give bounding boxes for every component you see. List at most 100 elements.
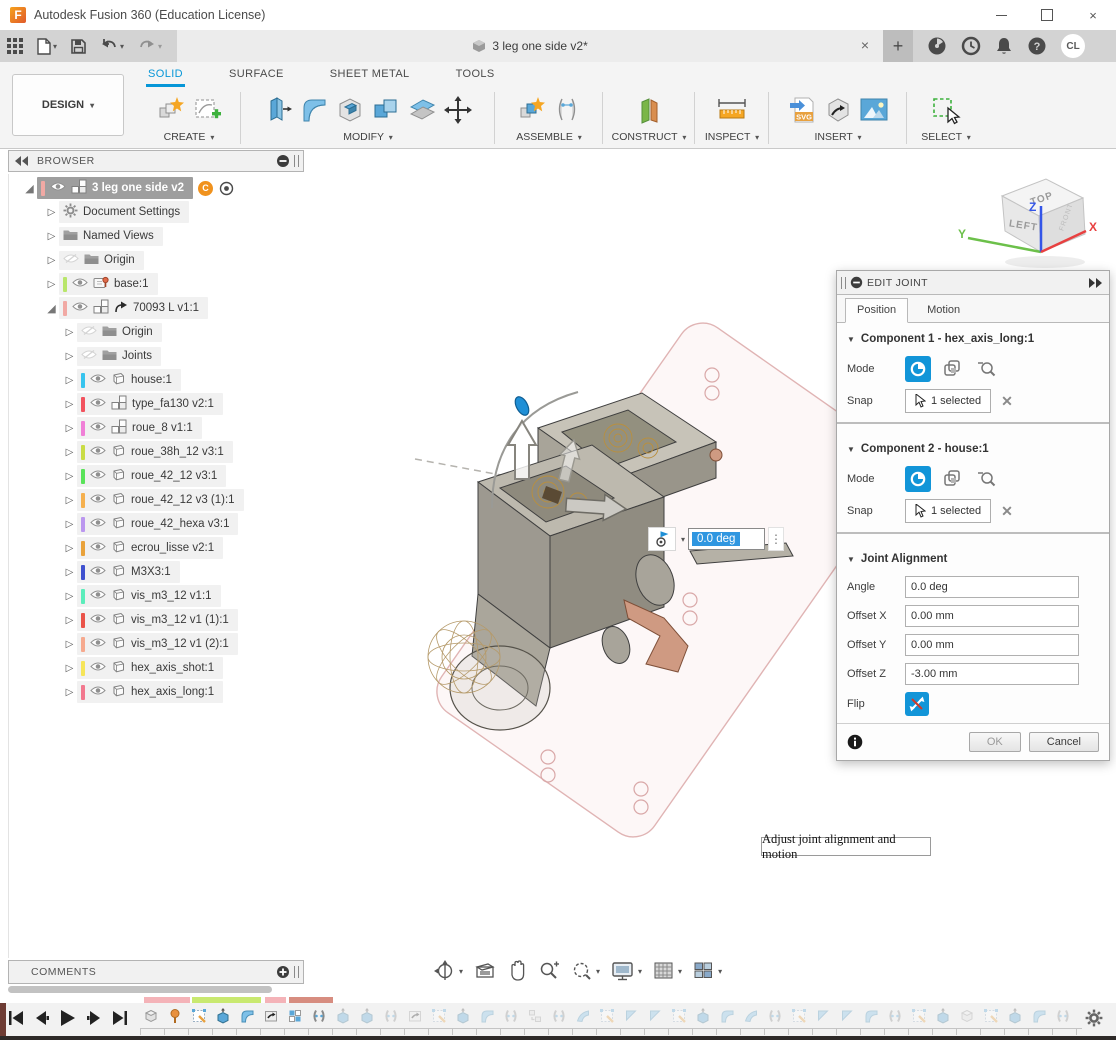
timeline-feature-joint-icon[interactable] [383,1008,399,1024]
timeline-feature-sketch-icon[interactable] [911,1008,927,1024]
timeline-feature-sketch-icon[interactable] [191,1008,207,1024]
group-inspect-label[interactable]: INSPECT ▾ [705,131,759,146]
section-component2-header[interactable]: ▼Component 2 - house:1 [837,433,1109,459]
undo-button[interactable]: ▾ [93,30,131,62]
file-menu-button[interactable]: ▾ [30,30,64,62]
tree-row-label[interactable]: 70093 L v1:1 [133,302,199,314]
tree-row-label[interactable]: hex_axis_long:1 [131,686,214,698]
timeline-feature-pat-icon[interactable] [287,1008,303,1024]
snap-selection-button[interactable]: 1 selected [905,499,991,523]
tree-row-label[interactable]: ecrou_lisse v2:1 [131,542,214,554]
expander-icon[interactable]: ▷ [62,543,77,554]
tree-row-label[interactable]: base:1 [114,278,149,290]
timeline-feature-fillet-icon[interactable] [479,1008,495,1024]
panel-grip[interactable] [294,155,299,167]
avatar[interactable]: CL [1061,34,1085,58]
new-component-icon[interactable] [156,95,186,125]
move-icon[interactable] [443,95,473,125]
new-tab-button[interactable]: + [883,30,913,62]
expander-icon[interactable]: ◢ [44,302,59,315]
tree-row[interactable]: ▷ M3X3:1 [8,560,304,584]
expander-icon[interactable]: ▷ [62,687,77,698]
visibility-eye-icon[interactable] [72,277,88,291]
play-icon[interactable] [60,1009,76,1027]
section-joint-alignment-header[interactable]: ▼Joint Alignment [837,543,1109,569]
notifications-bell-icon[interactable] [995,36,1013,56]
tree-row-label[interactable]: 3 leg one side v2 [92,182,184,194]
tree-row-label[interactable]: Origin [104,254,135,266]
select-icon[interactable] [930,95,962,125]
redo-button[interactable]: ▾ [131,30,169,62]
visibility-eye-icon[interactable] [90,397,106,411]
group-create-label[interactable]: CREATE ▾ [164,131,215,146]
timeline-feature-flip-icon[interactable] [815,1008,831,1024]
timeline-feature-fillet-icon[interactable] [1031,1008,1047,1024]
go-to-end-icon[interactable] [112,1010,128,1026]
timeline-feature-swp-icon[interactable] [743,1008,759,1024]
tree-row[interactable]: ▷roue_42_12 v3:1 [8,464,304,488]
timeline-feature-ins-icon[interactable] [407,1008,423,1024]
expander-icon[interactable]: ▷ [62,327,77,338]
visibility-eye-off-icon[interactable] [63,253,79,267]
timeline-feature-joint-icon[interactable] [551,1008,567,1024]
tree-row[interactable]: ▷ house:1 [8,368,304,392]
tree-row-label[interactable]: roue_42_hexa v3:1 [131,518,229,530]
tree-row[interactable]: ▷Joints [8,344,304,368]
expander-icon[interactable]: ▷ [62,375,77,386]
insert-canvas-icon[interactable] [859,97,889,123]
orbit-icon[interactable]: ▾ [432,958,465,984]
panel-minimize-icon[interactable] [276,154,290,168]
offset-z-field[interactable] [905,663,1079,685]
help-icon[interactable]: ? [1027,36,1047,56]
expander-icon[interactable]: ◢ [22,182,37,195]
tree-row-label[interactable]: Joints [122,350,152,362]
workspace-selector[interactable]: DESIGN▾ [12,74,124,136]
zoom-icon[interactable] [536,958,562,984]
tree-row[interactable]: ▷ vis_m3_12 v1 (2):1 [8,632,304,656]
timeline-feature-sketch-icon[interactable] [671,1008,687,1024]
timeline-feature-ext-icon[interactable] [695,1008,711,1024]
step-back-icon[interactable] [35,1010,49,1026]
visibility-eye-off-icon[interactable] [81,325,97,339]
tree-row-label[interactable]: vis_m3_12 v1 (2):1 [131,638,229,650]
combine-icon[interactable] [371,95,401,125]
timeline-settings-gear-icon[interactable] [1085,1009,1103,1032]
tab-solid[interactable]: SOLID [146,63,185,87]
visibility-eye-icon[interactable] [90,613,106,627]
tree-row[interactable]: ▷ Origin [8,248,304,272]
timeline-feature-swp-icon[interactable] [575,1008,591,1024]
angle-field[interactable] [905,576,1079,598]
expander-icon[interactable]: ▷ [62,471,77,482]
update-badge-icon[interactable]: C [198,181,213,196]
tree-row[interactable]: ▷roue_42_12 v3 (1):1 [8,488,304,512]
pan-hand-icon[interactable] [505,958,529,984]
mode-joint-origin-icon[interactable] [973,466,999,492]
expander-icon[interactable]: ▷ [62,639,77,650]
offset-x-field[interactable] [905,605,1079,627]
timeline-feature-ext-icon[interactable] [359,1008,375,1024]
tree-row-label[interactable]: roue_8 v1:1 [132,422,193,434]
tree-row[interactable]: ▷ base:1 [8,272,304,296]
insert-mesh-icon[interactable] [823,95,853,125]
job-status-clock-icon[interactable] [961,36,981,56]
press-pull-icon[interactable] [263,95,293,125]
create-sketch-icon[interactable] [192,95,222,125]
visibility-eye-icon[interactable] [90,541,106,555]
group-assemble-label[interactable]: ASSEMBLE ▾ [516,131,582,146]
tree-row-label[interactable]: M3X3:1 [131,566,171,578]
maximize-button[interactable] [1024,1,1070,30]
expander-icon[interactable]: ▷ [44,279,59,290]
visibility-eye-icon[interactable] [90,637,106,651]
expander-icon[interactable]: ▷ [62,567,77,578]
comments-panel[interactable]: COMMENTS [8,960,304,984]
timeline-feature-fillet-icon[interactable] [239,1008,255,1024]
tree-row-label[interactable]: house:1 [131,374,172,386]
expander-icon[interactable]: ▷ [44,255,59,266]
timeline-feature-comp-icon[interactable] [959,1008,975,1024]
tree-row[interactable]: ▷roue_8 v1:1 [8,416,304,440]
app-grid-icon[interactable] [0,30,30,62]
timeline-feature-comp-icon[interactable] [143,1008,159,1024]
tree-row[interactable]: ▷roue_42_hexa v3:1 [8,512,304,536]
tree-row[interactable]: ▷vis_m3_12 v1:1 [8,584,304,608]
info-icon[interactable] [847,734,863,750]
